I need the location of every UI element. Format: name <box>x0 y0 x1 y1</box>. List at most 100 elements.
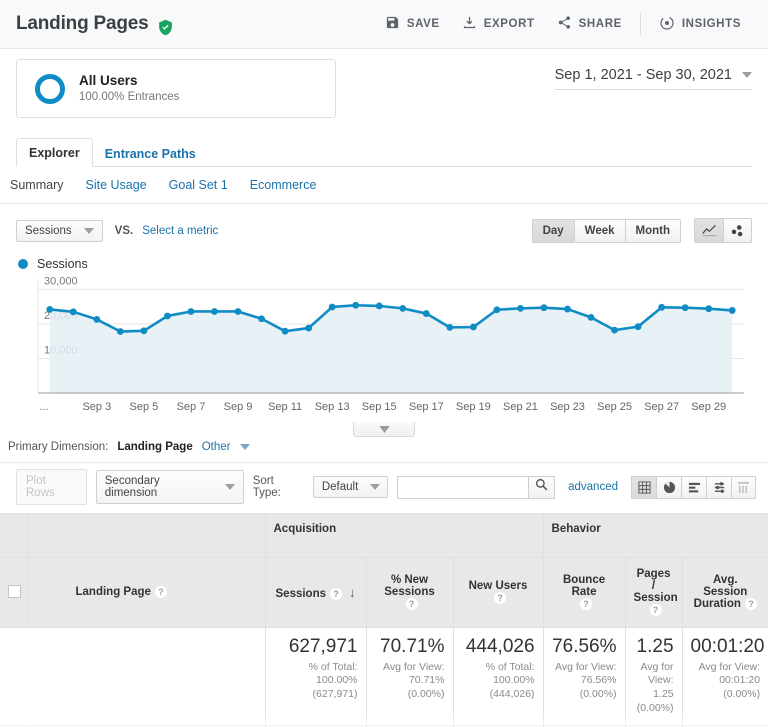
sessions-line-chart[interactable]: 10,00020,00030,000...Sep 3Sep 5Sep 7Sep … <box>0 271 768 437</box>
granularity-month[interactable]: Month <box>624 218 681 243</box>
help-icon[interactable]: ? <box>649 604 662 617</box>
secondary-dimension-select[interactable]: Secondary dimension <box>95 470 244 504</box>
chevron-down-icon <box>378 420 390 438</box>
share-button[interactable]: SHARE <box>546 9 633 39</box>
column-sessions[interactable]: Sessions? ↓ <box>264 557 367 628</box>
motion-bubble-chart-icon[interactable] <box>723 218 752 243</box>
chart-collapse-handle[interactable] <box>353 422 415 437</box>
subtab-ecommerce[interactable]: Ecommerce <box>250 178 317 192</box>
summary-avg-session-duration: 00:01:20 Avg for View: 00:01:20 (0.00%) <box>681 626 768 727</box>
column-landing-page[interactable]: Landing Page? <box>26 557 266 628</box>
legend-color-dot <box>18 259 28 269</box>
metric-select[interactable]: Sessions <box>16 219 103 242</box>
comparison-view-icon[interactable] <box>706 475 731 499</box>
tab-list: Explorer Entrance Paths <box>16 137 752 167</box>
column-bounce-rate-label: Bounce Rate <box>562 574 606 599</box>
help-icon[interactable]: ? <box>580 598 593 611</box>
data-point-27 <box>681 304 689 312</box>
select-all-checkbox[interactable] <box>8 584 21 598</box>
column-bounce-rate[interactable]: Bounce Rate? <box>542 557 626 628</box>
tabs-container: Explorer Entrance Paths <box>0 118 768 167</box>
column-sessions-label: Sessions <box>275 588 327 600</box>
data-point-6 <box>187 308 195 315</box>
column-avg-session-duration[interactable]: Avg. Session Duration? <box>681 557 768 628</box>
sort-type-label: Sort Type: <box>252 475 281 499</box>
date-range-picker[interactable]: Sep 1, 2021 - Sep 30, 2021 <box>554 67 752 90</box>
data-point-5 <box>164 312 171 320</box>
select-a-metric-link[interactable]: Select a metric <box>142 225 218 237</box>
insights-button[interactable]: INSIGHTS <box>648 9 752 40</box>
pivot-view-icon[interactable] <box>731 475 756 499</box>
sort-type-select[interactable]: Default <box>312 476 389 498</box>
summary-pct-new-sessions-sub-1: 70.71% <box>408 674 445 687</box>
x-axis-tick-sep-3: Sep 3 <box>82 401 111 413</box>
bar-chart-view-icon[interactable] <box>681 475 706 499</box>
help-icon[interactable]: ? <box>494 592 507 605</box>
primary-dimension-label: Primary Dimension: <box>8 441 109 453</box>
column-avg-session-duration-label: Avg. Session Duration <box>693 574 748 611</box>
primary-dimension-value[interactable]: Landing Page <box>117 441 192 453</box>
tab-entrance-paths[interactable]: Entrance Paths <box>93 140 208 167</box>
column-pct-new-sessions[interactable]: % New Sessions? <box>365 557 454 628</box>
data-point-3 <box>116 328 124 335</box>
segment-ring-icon <box>35 73 65 104</box>
subtab-site-usage[interactable]: Site Usage <box>85 178 146 192</box>
x-axis-tick-sep-9: Sep 9 <box>224 401 253 413</box>
column-pages-session[interactable]: Pages / Session? <box>624 557 683 628</box>
x-axis-tick-sep-29: Sep 29 <box>691 401 726 413</box>
column-new-users[interactable]: New Users? <box>452 557 544 628</box>
insights-icon <box>659 15 675 34</box>
data-point-29 <box>728 307 736 314</box>
share-label: SHARE <box>578 18 622 30</box>
group-header-blank-2 <box>26 513 266 558</box>
granularity-week[interactable]: Week <box>573 218 625 243</box>
subtab-goal-set-1[interactable]: Goal Set 1 <box>169 178 228 192</box>
data-point-13 <box>352 301 360 309</box>
select-all-checkbox-cell[interactable] <box>0 557 28 628</box>
summary-pages-session-sub-0: Avg for <box>640 660 674 673</box>
data-table-container[interactable]: Acquisition Behavior Landing Page? Sessi… <box>0 513 768 727</box>
data-point-18 <box>469 323 477 331</box>
segment-bar: All Users 100.00% Entrances Sep 1, 2021 … <box>0 49 768 118</box>
help-icon[interactable]: ? <box>330 587 342 600</box>
summary-sessions-sub-0: % of Total: <box>308 660 358 673</box>
chevron-down-icon <box>742 72 752 78</box>
search-area: advanced <box>397 475 756 499</box>
search-input[interactable] <box>397 475 529 499</box>
advanced-link[interactable]: advanced <box>568 481 618 493</box>
subtab-summary[interactable]: Summary <box>10 178 63 192</box>
data-point-25 <box>634 323 642 331</box>
date-range-value: Sep 1, 2021 - Sep 30, 2021 <box>554 67 732 83</box>
segment-all-users[interactable]: All Users 100.00% Entrances <box>16 59 336 118</box>
x-axis-tick-sep-5: Sep 5 <box>130 401 159 413</box>
group-header-blank-1 <box>0 513 28 558</box>
data-table: Acquisition Behavior Landing Page? Sessi… <box>0 513 768 727</box>
line-chart-icon[interactable] <box>694 218 723 243</box>
summary-new-users-sub-1: 100.00% <box>493 674 535 687</box>
data-point-10 <box>281 327 289 335</box>
export-button[interactable]: EXPORT <box>451 9 546 39</box>
granularity-day[interactable]: Day <box>531 218 574 243</box>
pie-chart-view-icon[interactable] <box>656 475 681 499</box>
data-point-1 <box>69 308 77 316</box>
summary-sessions: 627,971 % of Total: 100.00% (627,971) <box>264 626 367 727</box>
table-group-header-row: Acquisition Behavior <box>0 513 768 558</box>
data-point-15 <box>399 304 407 312</box>
search-button[interactable] <box>528 475 556 499</box>
table-view-icon[interactable] <box>631 475 656 499</box>
sort-desc-arrow-icon[interactable]: ↓ <box>349 585 356 600</box>
plot-rows-button[interactable]: Plot Rows <box>16 469 87 505</box>
summary-pct-new-sessions-sub-2: (0.00%) <box>407 688 445 701</box>
help-icon[interactable]: ? <box>744 598 757 611</box>
chevron-down-icon <box>370 484 381 490</box>
x-axis-tick-sep-27: Sep 27 <box>644 401 679 413</box>
save-button[interactable]: SAVE <box>374 9 451 39</box>
chevron-down-icon[interactable] <box>239 444 250 450</box>
help-icon[interactable]: ? <box>405 598 418 611</box>
tab-explorer[interactable]: Explorer <box>16 138 93 167</box>
summary-sessions-value: 627,971 <box>288 636 358 657</box>
primary-dimension-other-link[interactable]: Other <box>202 441 231 453</box>
x-axis-tick-sep-17: Sep 17 <box>409 401 444 413</box>
x-axis-tick-sep-25: Sep 25 <box>597 401 632 413</box>
help-icon[interactable]: ? <box>154 586 167 599</box>
